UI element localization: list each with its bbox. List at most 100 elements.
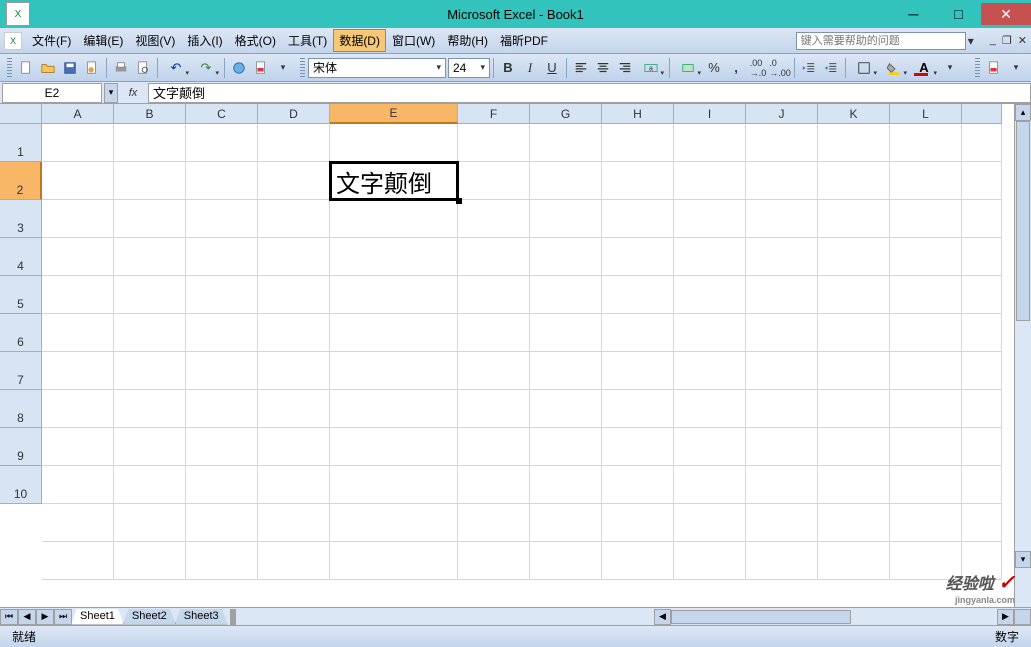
new-button[interactable] bbox=[15, 57, 37, 79]
close-button[interactable]: ✕ bbox=[981, 3, 1031, 25]
col-header-b[interactable]: B bbox=[114, 104, 186, 124]
sheet-tab-1[interactable]: Sheet1 bbox=[71, 609, 124, 625]
undo-button[interactable]: ↶▾ bbox=[161, 57, 191, 79]
menu-help[interactable]: 帮助(H) bbox=[441, 29, 494, 52]
help-search-input[interactable] bbox=[796, 32, 966, 50]
menu-insert[interactable]: 插入(I) bbox=[181, 29, 228, 52]
col-header-j[interactable]: J bbox=[746, 104, 818, 124]
scroll-right-button[interactable]: ▶ bbox=[997, 609, 1014, 625]
decrease-decimal-button[interactable]: .0→.00 bbox=[769, 57, 791, 79]
col-header-h[interactable]: H bbox=[602, 104, 674, 124]
tab-next-button[interactable]: ▶ bbox=[36, 609, 54, 625]
hscroll-track[interactable] bbox=[671, 610, 997, 624]
col-header-k[interactable]: K bbox=[818, 104, 890, 124]
currency-button[interactable]: ▾ bbox=[673, 57, 703, 79]
doc-close-button[interactable]: ✕ bbox=[1018, 34, 1027, 47]
scroll-left-button[interactable]: ◀ bbox=[654, 609, 671, 625]
col-header-e[interactable]: E bbox=[330, 104, 458, 124]
menu-edit[interactable]: 编辑(E) bbox=[77, 29, 129, 52]
col-header-l[interactable]: L bbox=[890, 104, 962, 124]
percent-button[interactable]: % bbox=[703, 57, 725, 79]
fx-icon[interactable]: fx bbox=[118, 87, 148, 99]
decrease-indent-button[interactable] bbox=[798, 57, 820, 79]
doc-restore-button[interactable]: ❐ bbox=[1002, 34, 1012, 47]
toolbar-options-icon[interactable]: ▾ bbox=[939, 57, 961, 79]
vertical-scrollbar[interactable]: ▴ ▾ bbox=[1014, 104, 1031, 607]
print-preview-button[interactable] bbox=[132, 57, 154, 79]
minimize-button[interactable]: ─ bbox=[891, 3, 936, 25]
tab-first-button[interactable]: ⏮ bbox=[0, 609, 18, 625]
row-header-4[interactable]: 4 bbox=[0, 238, 42, 276]
borders-button[interactable]: ▾ bbox=[849, 57, 879, 79]
toolbar-options-icon[interactable]: ▾ bbox=[1005, 57, 1027, 79]
app-menu-icon[interactable]: X bbox=[4, 32, 22, 50]
italic-button[interactable]: I bbox=[519, 57, 541, 79]
col-header-end[interactable] bbox=[962, 104, 1002, 124]
hscroll-thumb[interactable] bbox=[671, 610, 851, 624]
tab-split-handle[interactable] bbox=[230, 609, 236, 625]
redo-button[interactable]: ↷▾ bbox=[191, 57, 221, 79]
sheet-tab-3[interactable]: Sheet3 bbox=[175, 609, 228, 625]
print-button[interactable] bbox=[110, 57, 132, 79]
help-dropdown-icon[interactable]: ▾ bbox=[968, 34, 982, 48]
row-header-6[interactable]: 6 bbox=[0, 314, 42, 352]
vscroll-thumb[interactable] bbox=[1016, 121, 1030, 321]
font-size-select[interactable]: 24▾ bbox=[448, 58, 490, 78]
increase-decimal-button[interactable]: .00→.0 bbox=[747, 57, 769, 79]
align-left-button[interactable] bbox=[570, 57, 592, 79]
align-right-button[interactable] bbox=[614, 57, 636, 79]
comma-button[interactable]: , bbox=[725, 57, 747, 79]
toolbar-options-icon[interactable]: ▾ bbox=[272, 57, 294, 79]
row-header-5[interactable]: 5 bbox=[0, 276, 42, 314]
sheet-tab-2[interactable]: Sheet2 bbox=[123, 609, 176, 625]
name-box-dropdown[interactable]: ▾ bbox=[104, 83, 118, 103]
font-color-button[interactable]: A▾ bbox=[909, 57, 939, 79]
merge-center-button[interactable]: a▾ bbox=[636, 57, 666, 79]
col-header-g[interactable]: G bbox=[530, 104, 602, 124]
menu-foxit[interactable]: 福昕PDF bbox=[494, 29, 554, 52]
hyperlink-button[interactable] bbox=[228, 57, 250, 79]
row-header-1[interactable]: 1 bbox=[0, 124, 42, 162]
save-button[interactable] bbox=[59, 57, 81, 79]
bold-button[interactable]: B bbox=[497, 57, 519, 79]
fill-handle[interactable] bbox=[456, 198, 462, 204]
pdf-export-button[interactable] bbox=[983, 57, 1005, 79]
open-button[interactable] bbox=[37, 57, 59, 79]
underline-button[interactable]: U bbox=[541, 57, 563, 79]
tab-last-button[interactable]: ⏭ bbox=[54, 609, 72, 625]
active-cell[interactable]: 文字颠倒 bbox=[329, 161, 459, 201]
maximize-button[interactable]: □ bbox=[936, 3, 981, 25]
formula-input[interactable]: 文字颠倒 bbox=[148, 83, 1031, 103]
increase-indent-button[interactable] bbox=[820, 57, 842, 79]
vscroll-track[interactable] bbox=[1015, 121, 1031, 551]
horizontal-scrollbar[interactable]: ◀ ▶ bbox=[654, 609, 1014, 625]
toolbar-grip[interactable] bbox=[975, 58, 980, 78]
col-header-f[interactable]: F bbox=[458, 104, 530, 124]
cells[interactable]: // rows will be generated below with pla… bbox=[42, 124, 1014, 580]
menu-view[interactable]: 视图(V) bbox=[129, 29, 181, 52]
menu-window[interactable]: 窗口(W) bbox=[386, 29, 441, 52]
scroll-down-button[interactable]: ▾ bbox=[1015, 551, 1031, 568]
row-header-10[interactable]: 10 bbox=[0, 466, 42, 504]
row-header-7[interactable]: 7 bbox=[0, 352, 42, 390]
tab-prev-button[interactable]: ◀ bbox=[18, 609, 36, 625]
align-center-button[interactable] bbox=[592, 57, 614, 79]
select-all-corner[interactable] bbox=[0, 104, 42, 124]
fill-color-button[interactable]: ▾ bbox=[879, 57, 909, 79]
col-header-c[interactable]: C bbox=[186, 104, 258, 124]
menu-tools[interactable]: 工具(T) bbox=[282, 29, 333, 52]
menu-format[interactable]: 格式(O) bbox=[229, 29, 282, 52]
name-box[interactable]: E2 bbox=[2, 83, 102, 103]
row-header-8[interactable]: 8 bbox=[0, 390, 42, 428]
font-name-select[interactable]: 宋体▾ bbox=[308, 58, 446, 78]
row-header-3[interactable]: 3 bbox=[0, 200, 42, 238]
grid-main[interactable]: A B C D E F G H I J K L // rows will be … bbox=[42, 104, 1014, 607]
toolbar-grip[interactable] bbox=[7, 58, 12, 78]
pdf-button[interactable] bbox=[250, 57, 272, 79]
col-header-d[interactable]: D bbox=[258, 104, 330, 124]
scroll-up-button[interactable]: ▴ bbox=[1015, 104, 1031, 121]
doc-minimize-button[interactable]: _ bbox=[990, 34, 996, 47]
toolbar-grip[interactable] bbox=[300, 58, 305, 78]
col-header-a[interactable]: A bbox=[42, 104, 114, 124]
row-header-9[interactable]: 9 bbox=[0, 428, 42, 466]
